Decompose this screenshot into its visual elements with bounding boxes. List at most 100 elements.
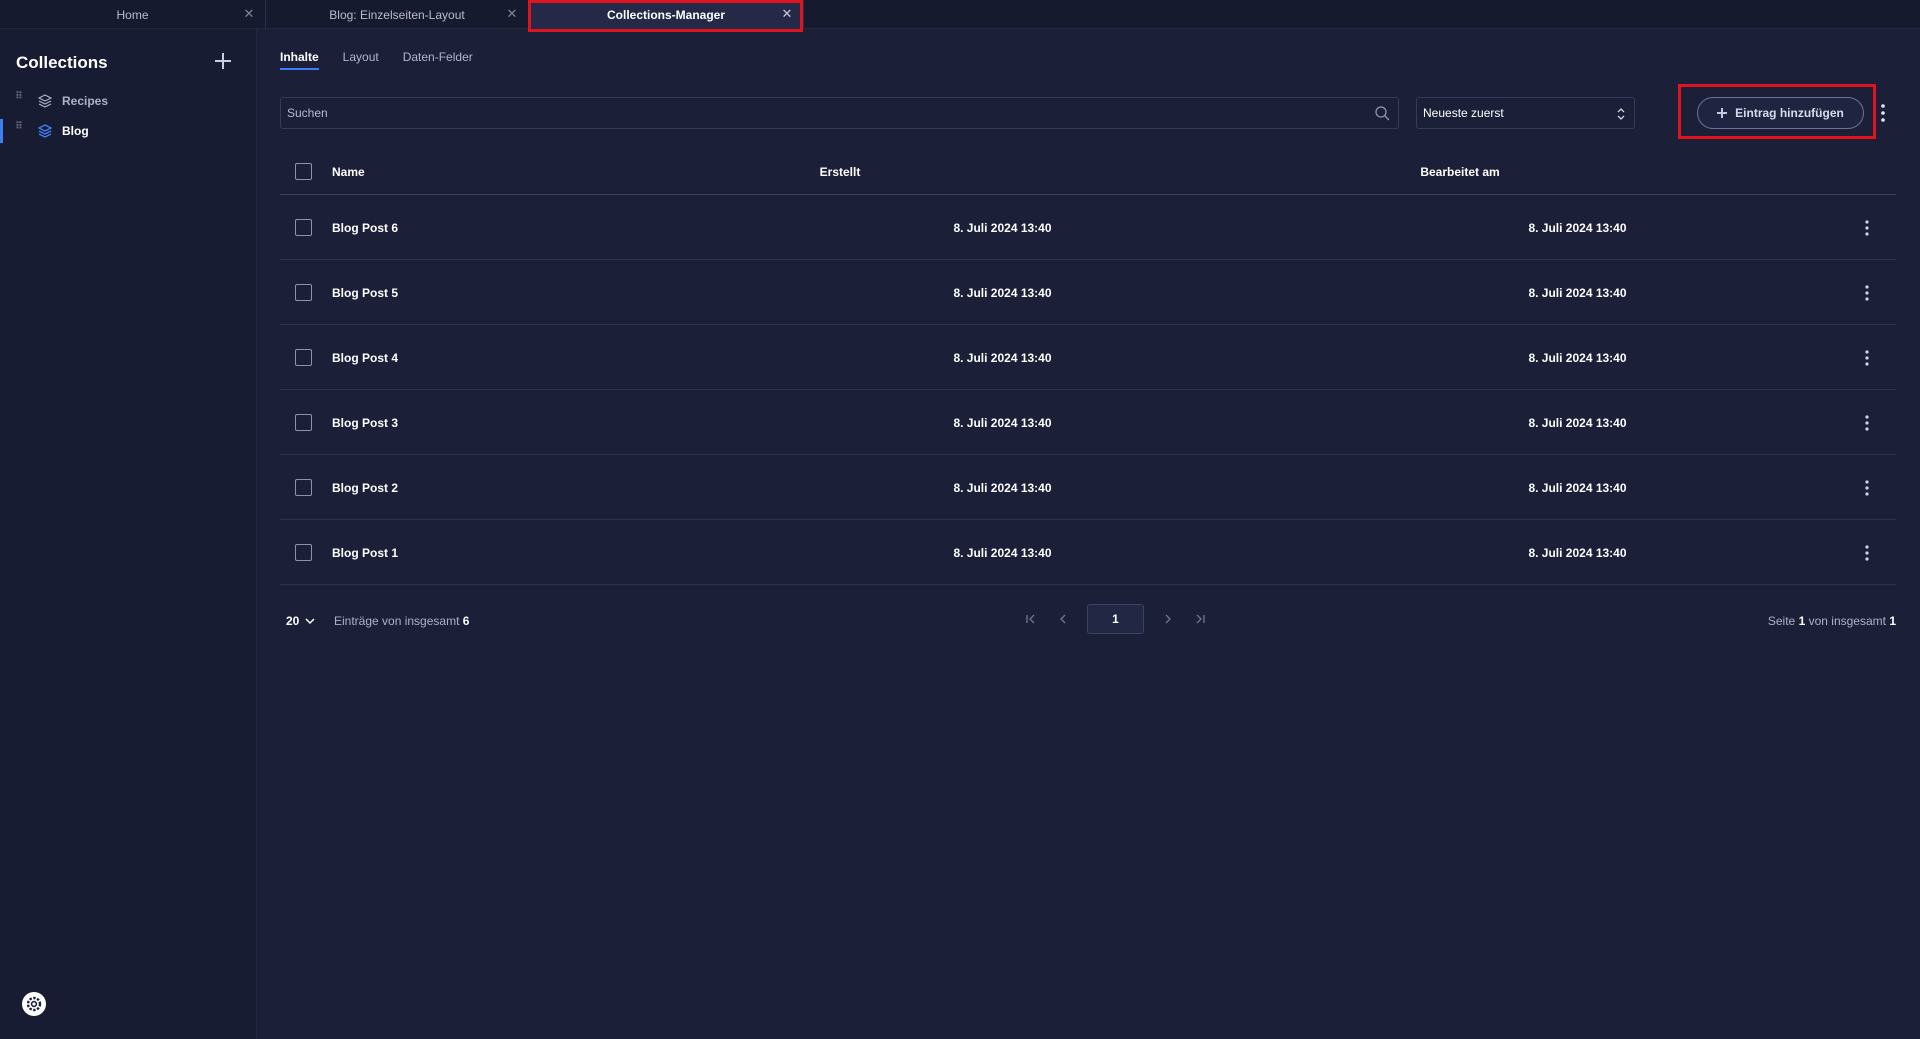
row-checkbox[interactable] — [295, 414, 312, 431]
entry-count: Einträge von insgesamt 6 — [334, 614, 469, 628]
entry-name: Blog Post 6 — [332, 221, 399, 235]
page-info-total: 1 — [1889, 614, 1896, 628]
collections-sidebar: Collections ⠿ Recipes ⠿ Blog — [0, 29, 257, 1039]
sidebar-item-label: Recipes — [62, 94, 109, 108]
entry-edited: 8. Juli 2024 13:40 — [1528, 546, 1627, 560]
entry-created: 8. Juli 2024 13:40 — [953, 546, 1052, 560]
table-row[interactable]: Blog Post 1 8. Juli 2024 13:40 8. Juli 2… — [280, 520, 1896, 585]
add-entry-button[interactable]: Eintrag hinzufügen — [1697, 97, 1864, 129]
sidebar-item-label: Blog — [62, 124, 89, 138]
row-checkbox[interactable] — [295, 544, 312, 561]
add-collection-button[interactable] — [213, 51, 233, 71]
close-icon[interactable]: ✕ — [506, 7, 518, 20]
tab-home[interactable]: Home ✕ — [0, 0, 266, 29]
entry-created: 8. Juli 2024 13:40 — [953, 416, 1052, 430]
table-footer: 20 Einträge von insgesamt 6 1 Seite 1 vo… — [280, 604, 1896, 638]
entry-created: 8. Juli 2024 13:40 — [953, 481, 1052, 495]
row-more-icon[interactable] — [1864, 349, 1870, 367]
chevron-left-icon — [1060, 614, 1066, 624]
table-row[interactable]: Blog Post 6 8. Juli 2024 13:40 8. Juli 2… — [280, 195, 1896, 260]
column-header-edited[interactable]: Bearbeitet am — [1310, 165, 1610, 179]
last-page-button[interactable] — [1184, 604, 1216, 634]
sort-value: Neueste zuerst — [1423, 106, 1504, 120]
chevron-right-icon — [1165, 614, 1171, 624]
page-info: Seite 1 von insgesamt 1 — [1768, 614, 1896, 628]
entry-created: 8. Juli 2024 13:40 — [953, 351, 1052, 365]
settings-button[interactable] — [22, 992, 46, 1016]
plus-icon — [1717, 108, 1728, 118]
tab-daten-felder[interactable]: Daten-Felder — [403, 50, 473, 70]
entry-name: Blog Post 4 — [332, 351, 399, 365]
chevron-down-icon — [305, 618, 315, 625]
stack-icon — [38, 94, 52, 108]
first-page-button[interactable] — [1015, 604, 1047, 634]
current-page-input[interactable]: 1 — [1087, 604, 1144, 634]
row-more-icon[interactable] — [1864, 219, 1870, 237]
add-entry-label: Eintrag hinzufügen — [1735, 106, 1844, 120]
row-checkbox[interactable] — [295, 479, 312, 496]
tab-inhalte[interactable]: Inhalte — [280, 50, 319, 70]
gear-icon — [26, 996, 42, 1012]
entry-edited: 8. Juli 2024 13:40 — [1528, 286, 1627, 300]
previous-page-button[interactable] — [1047, 604, 1079, 634]
row-more-icon[interactable] — [1864, 544, 1870, 562]
entry-name: Blog Post 1 — [332, 546, 399, 560]
page-info-prefix: Seite — [1767, 614, 1796, 628]
entry-edited: 8. Juli 2024 13:40 — [1528, 351, 1627, 365]
column-header-created[interactable]: Erstellt — [280, 165, 1400, 179]
collections-main: Inhalte Layout Daten-Felder Neueste zuer… — [257, 29, 1920, 1039]
row-checkbox[interactable] — [295, 219, 312, 236]
next-page-button[interactable] — [1152, 604, 1184, 634]
more-options-icon[interactable] — [1880, 103, 1886, 123]
entry-edited: 8. Juli 2024 13:40 — [1528, 481, 1627, 495]
editor-tab-bar: Home ✕ Blog: Einzelseiten-Layout ✕ Colle… — [0, 0, 1920, 29]
row-more-icon[interactable] — [1864, 479, 1870, 497]
entry-created: 8. Juli 2024 13:40 — [953, 221, 1052, 235]
entry-edited: 8. Juli 2024 13:40 — [1528, 416, 1627, 430]
drag-handle-icon[interactable]: ⠿ — [15, 122, 23, 137]
search-input[interactable] — [281, 98, 1398, 128]
entry-count-total: 6 — [462, 614, 470, 628]
pagination: 1 — [1015, 604, 1216, 634]
chevron-up-down-icon — [1617, 108, 1625, 120]
first-page-icon — [1026, 614, 1035, 624]
tab-blog-layout[interactable]: Blog: Einzelseiten-Layout ✕ — [266, 0, 529, 29]
table-row[interactable]: Blog Post 4 8. Juli 2024 13:40 8. Juli 2… — [280, 325, 1896, 390]
table-row[interactable]: Blog Post 5 8. Juli 2024 13:40 8. Juli 2… — [280, 260, 1896, 325]
sort-select[interactable]: Neueste zuerst — [1416, 97, 1635, 129]
search-icon[interactable] — [1374, 105, 1390, 121]
active-indicator — [0, 119, 3, 143]
entry-name: Blog Post 3 — [332, 416, 399, 430]
search-field — [280, 97, 1399, 129]
table-row[interactable]: Blog Post 2 8. Juli 2024 13:40 8. Juli 2… — [280, 455, 1896, 520]
last-page-icon — [1196, 614, 1205, 624]
sidebar-item-recipes[interactable]: ⠿ Recipes — [0, 89, 256, 113]
tab-label: Collections-Manager — [606, 7, 726, 22]
entry-edited: 8. Juli 2024 13:40 — [1528, 221, 1627, 235]
table-row[interactable]: Blog Post 3 8. Juli 2024 13:40 8. Juli 2… — [280, 390, 1896, 455]
page-info-mid: von insgesamt — [1808, 614, 1886, 628]
entry-name: Blog Post 5 — [332, 286, 399, 300]
sidebar-title: Collections — [16, 53, 108, 72]
row-checkbox[interactable] — [295, 349, 312, 366]
page-info-current: 1 — [1798, 614, 1806, 628]
tab-label: Blog: Einzelseiten-Layout — [329, 7, 465, 22]
stack-icon — [38, 124, 52, 138]
tab-layout[interactable]: Layout — [343, 50, 379, 70]
close-icon[interactable]: ✕ — [243, 7, 255, 20]
drag-handle-icon[interactable]: ⠿ — [15, 92, 23, 107]
sidebar-item-blog[interactable]: ⠿ Blog — [0, 119, 256, 143]
row-more-icon[interactable] — [1864, 284, 1870, 302]
table-header: Name Erstellt Bearbeitet am — [280, 147, 1896, 195]
tab-label: Home — [116, 7, 149, 22]
close-icon[interactable]: ✕ — [781, 7, 793, 20]
row-checkbox[interactable] — [295, 284, 312, 301]
tab-collections-manager[interactable]: Collections-Manager ✕ — [529, 0, 804, 29]
page-size-select[interactable]: 20 — [286, 614, 315, 628]
entries-table: Name Erstellt Bearbeitet am Blog Post 6 … — [280, 147, 1896, 585]
page-size-value: 20 — [286, 614, 300, 628]
entry-created: 8. Juli 2024 13:40 — [953, 286, 1052, 300]
content-tabs: Inhalte Layout Daten-Felder — [280, 50, 473, 70]
entry-name: Blog Post 2 — [332, 481, 399, 495]
row-more-icon[interactable] — [1864, 414, 1870, 432]
